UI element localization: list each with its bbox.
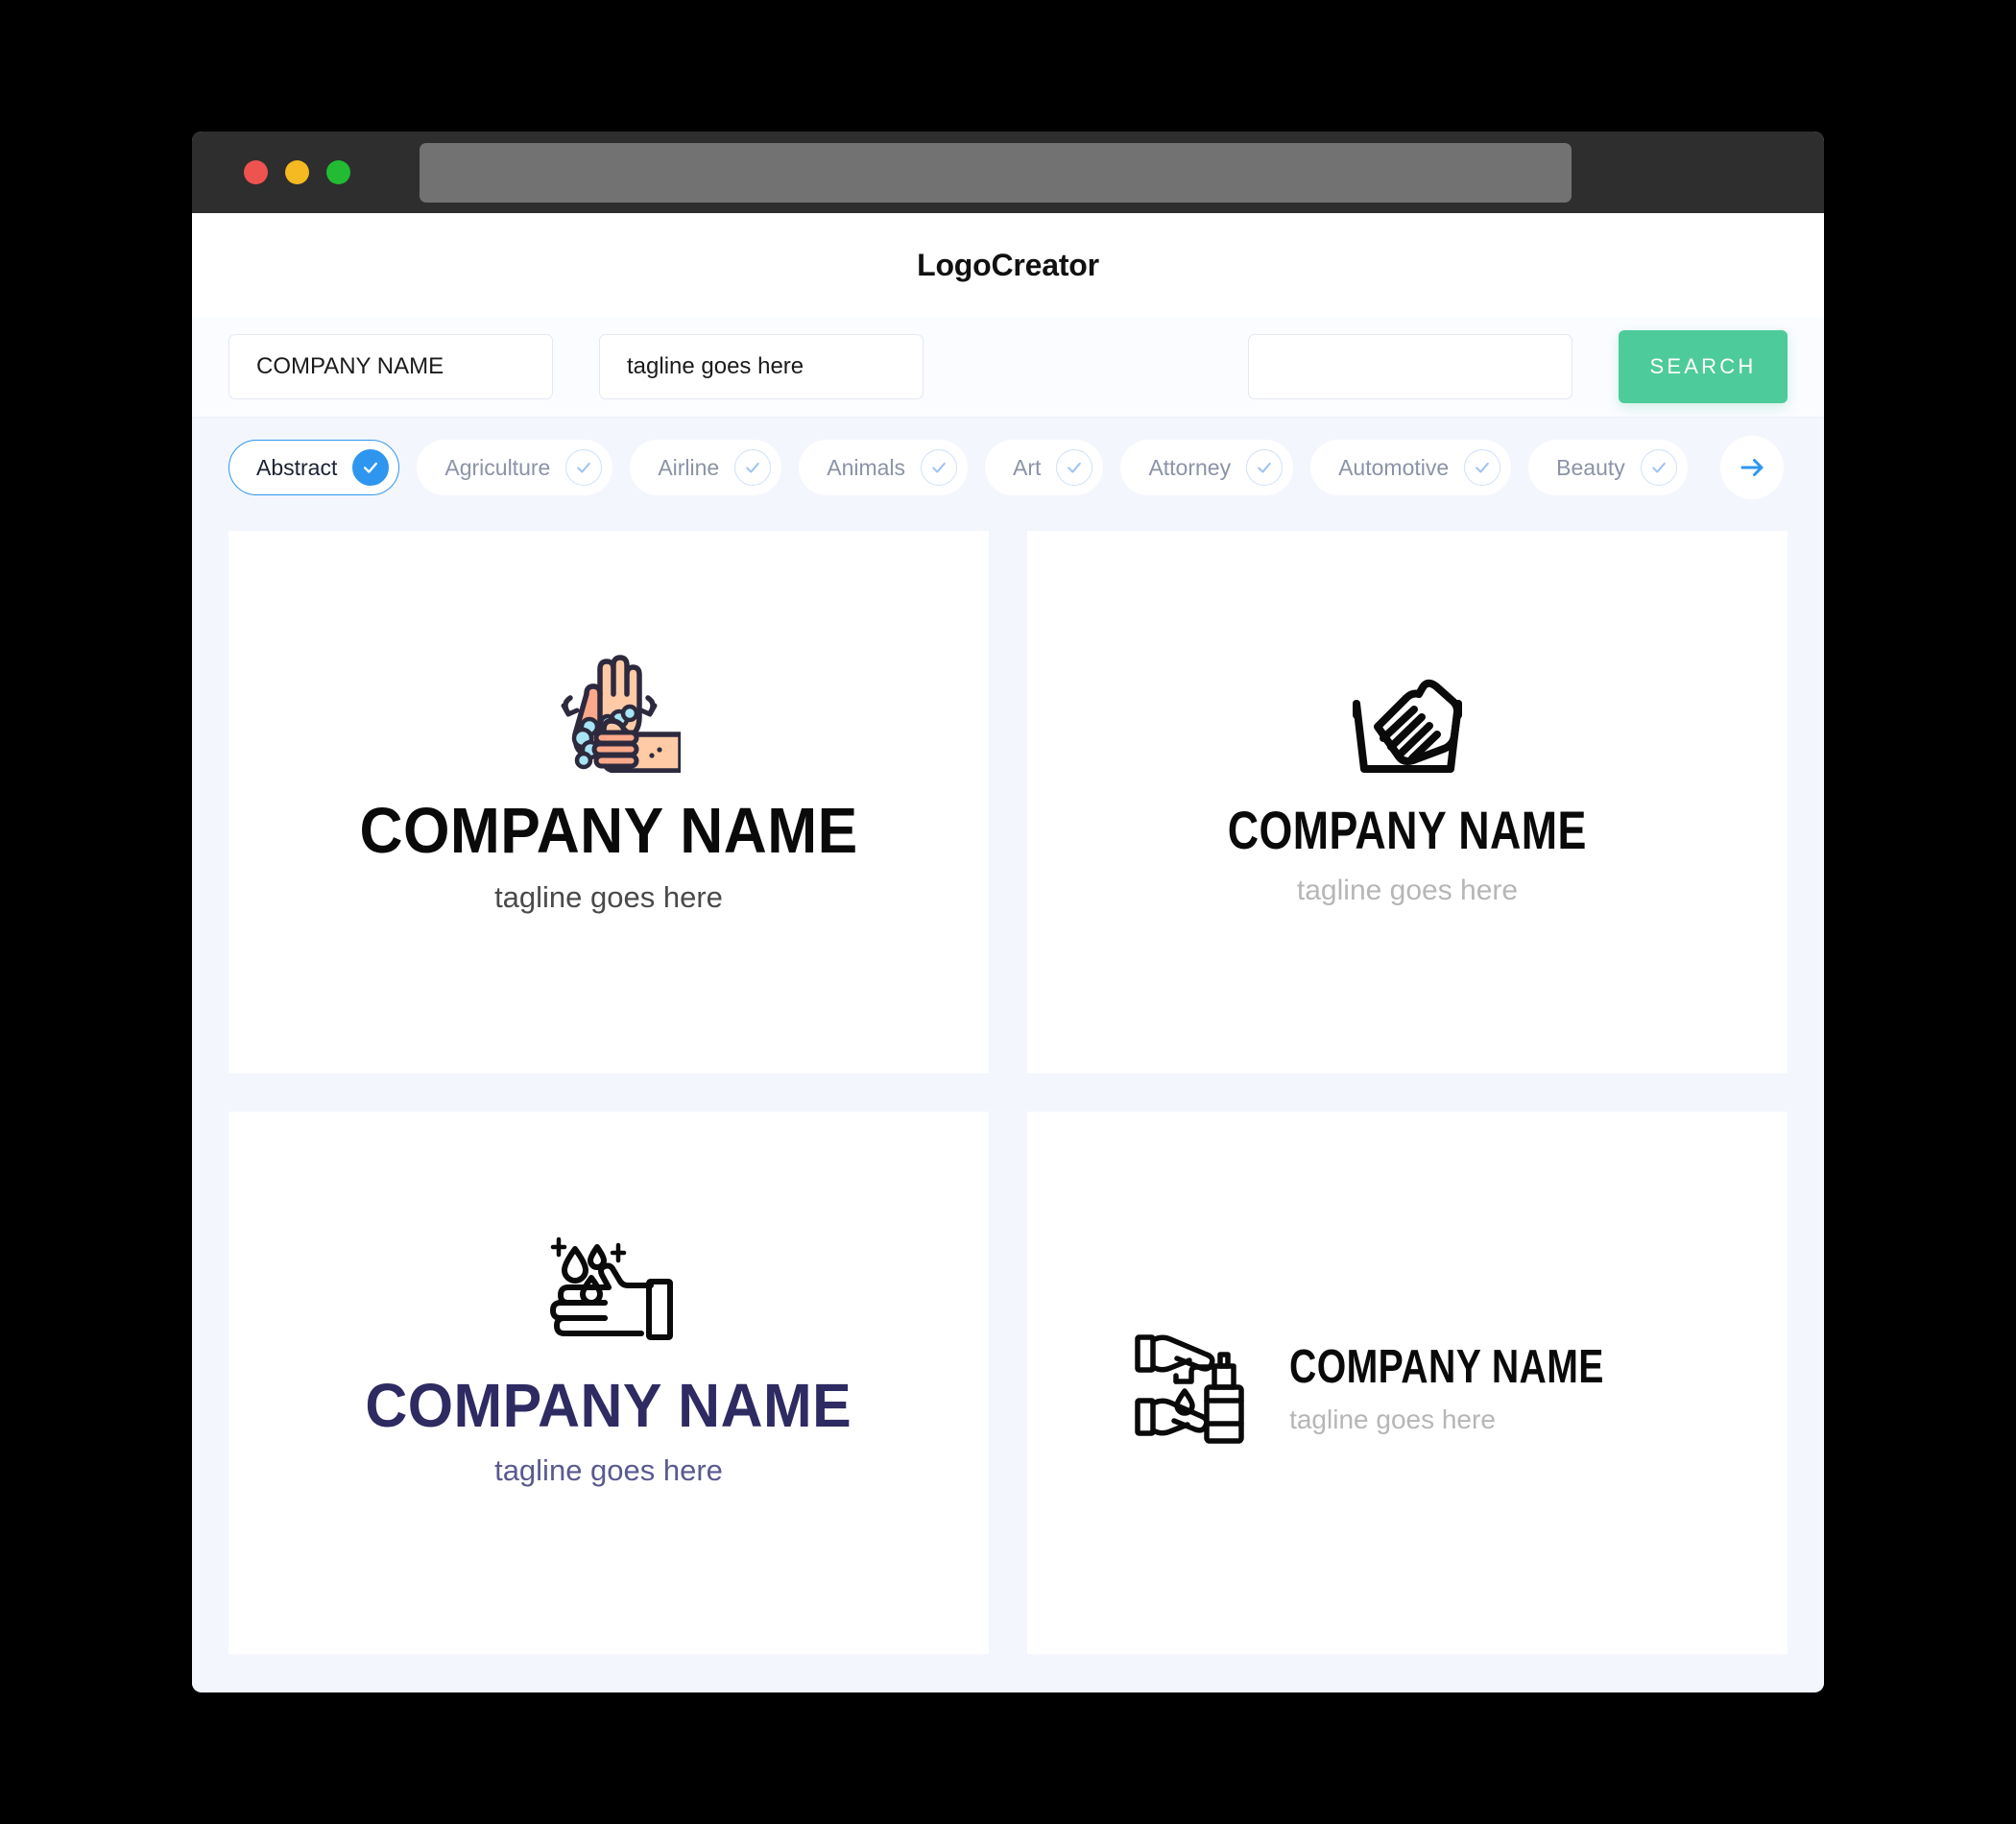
page-title: LogoCreator <box>917 247 1099 282</box>
category-chip-label: Agriculture <box>444 454 551 480</box>
category-chip-attorney[interactable]: Attorney <box>1120 440 1294 495</box>
category-chip-abstract[interactable]: Abstract <box>228 440 400 495</box>
category-chip-automotive[interactable]: Automotive <box>1310 440 1512 495</box>
category-chip-animals[interactable]: Animals <box>799 440 969 495</box>
browser-window: LogoCreator SEARCH Abstract Agriculture … <box>192 132 1824 1692</box>
check-circle-icon <box>1246 449 1284 486</box>
category-chip-beauty[interactable]: Beauty <box>1528 440 1688 495</box>
logo-company-name: COMPANY NAME <box>1289 1341 1604 1393</box>
company-name-input[interactable] <box>228 334 553 399</box>
address-bar[interactable] <box>420 142 1572 203</box>
category-chip-label: Attorney <box>1148 454 1232 480</box>
check-circle-icon <box>1464 449 1501 486</box>
logo-tagline: tagline goes here <box>494 1452 723 1487</box>
hands-soap-dispenser-icon <box>1132 1328 1257 1450</box>
logo-company-name: COMPANY NAME <box>365 1370 852 1440</box>
logo-result-card[interactable]: COMPANY NAME tagline goes here <box>228 531 989 1073</box>
category-chip-label: Art <box>1013 454 1042 480</box>
washing-hands-color-icon <box>537 638 684 778</box>
arrow-right-icon <box>1740 459 1764 476</box>
keyword-input[interactable] <box>1248 334 1572 399</box>
search-button[interactable]: SEARCH <box>1619 330 1788 403</box>
search-toolbar: SEARCH <box>192 317 1824 418</box>
minimize-window-button[interactable] <box>285 160 309 184</box>
hand-water-droplets-icon <box>532 1228 685 1346</box>
logo-result-card[interactable]: COMPANY NAME tagline goes here <box>1027 1112 1788 1654</box>
logo-result-card[interactable]: COMPANY NAME tagline goes here <box>1027 531 1788 1073</box>
category-filter-bar: Abstract Agriculture Airline Animals Art <box>192 418 1824 517</box>
close-window-button[interactable] <box>244 160 268 184</box>
category-chip-art[interactable]: Art <box>985 440 1104 495</box>
category-chip-label: Automotive <box>1338 454 1450 480</box>
maximize-window-button[interactable] <box>326 160 350 184</box>
traffic-lights <box>244 160 350 184</box>
category-chip-label: Beauty <box>1556 454 1625 480</box>
category-chip-label: Animals <box>827 454 906 480</box>
check-circle-icon <box>1640 449 1677 486</box>
check-circle-icon <box>734 449 772 486</box>
category-chip-agriculture[interactable]: Agriculture <box>417 440 613 495</box>
category-chip-label: Airline <box>658 454 720 480</box>
hands-in-basin-outline-icon <box>1335 646 1479 780</box>
check-circle-icon <box>1056 449 1093 486</box>
app-header: LogoCreator <box>192 213 1824 317</box>
check-circle-icon <box>921 449 958 486</box>
logo-tagline: tagline goes here <box>494 880 723 914</box>
category-chip-airline[interactable]: Airline <box>630 440 782 495</box>
logo-company-name: COMPANY NAME <box>1227 799 1587 860</box>
logo-tagline: tagline goes here <box>1296 874 1519 906</box>
browser-titlebar <box>192 132 1824 213</box>
logo-result-card[interactable]: COMPANY NAME tagline goes here <box>228 1112 989 1654</box>
tagline-input[interactable] <box>599 334 924 399</box>
category-chip-label: Abstract <box>256 454 338 480</box>
check-circle-icon <box>352 449 390 486</box>
check-circle-icon <box>565 449 603 486</box>
logo-results-grid: COMPANY NAME tagline goes here COMPANY N… <box>192 517 1824 1691</box>
categories-next-button[interactable] <box>1720 436 1784 499</box>
logo-tagline: tagline goes here <box>1289 1404 1496 1434</box>
logo-company-name: COMPANY NAME <box>359 795 858 867</box>
